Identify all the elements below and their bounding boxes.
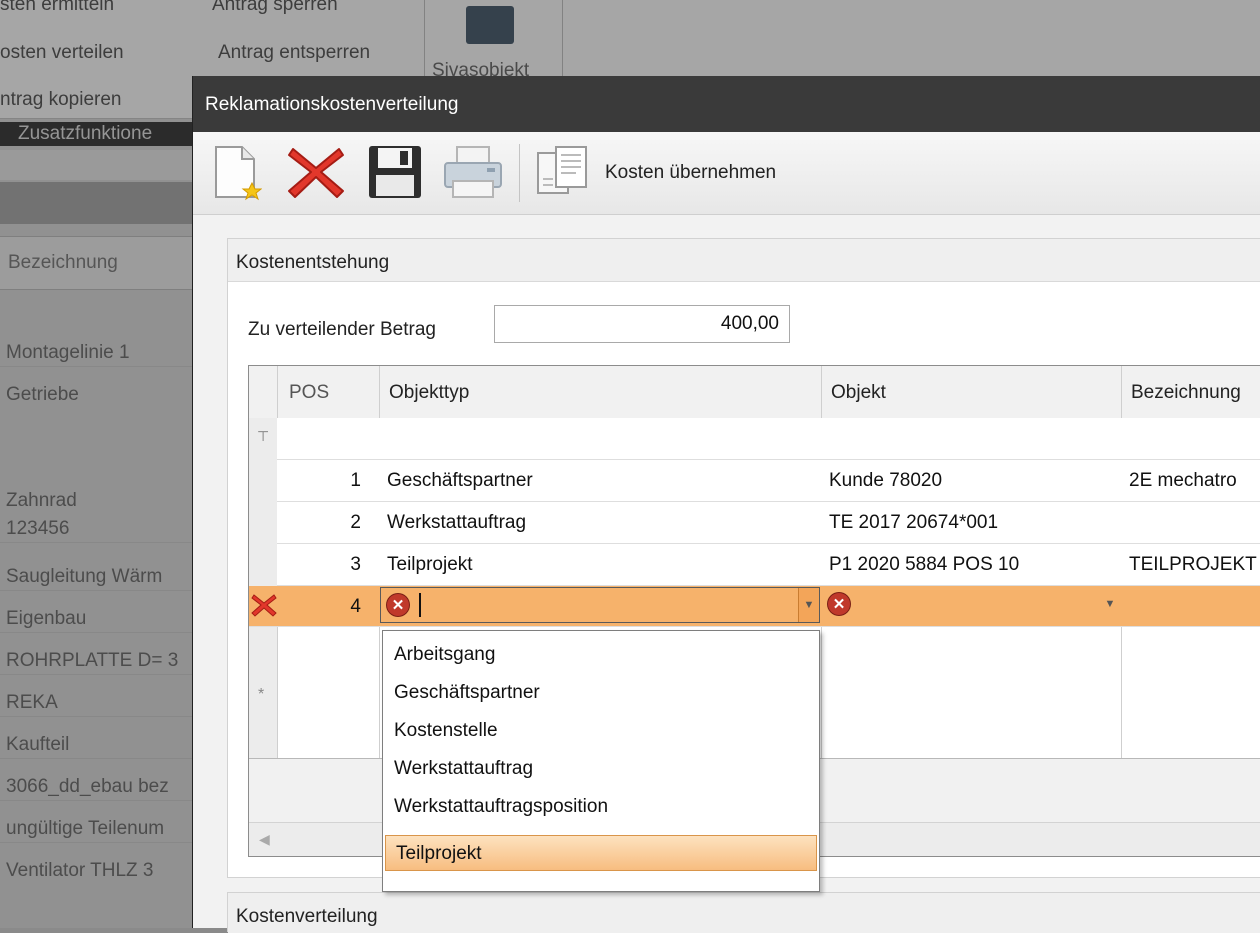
print-button[interactable] — [439, 140, 507, 204]
dropdown-option[interactable]: Werkstattauftrag — [384, 751, 818, 787]
transfer-costs-icon-button[interactable] — [533, 140, 595, 204]
dropdown-option[interactable]: Geschäftspartner — [384, 675, 818, 711]
cell-objekttyp[interactable]: Geschäftspartner — [387, 470, 533, 492]
section-header[interactable]: Kostenverteilung — [228, 893, 1260, 933]
objekttyp-combobox[interactable]: ✕ ▼ — [380, 587, 820, 623]
scroll-left-icon[interactable]: ◀ — [259, 831, 270, 848]
cell-objekttyp[interactable]: Werkstattauftrag — [387, 512, 526, 534]
chevron-down-icon[interactable]: ▼ — [1100, 587, 1120, 621]
delete-button[interactable] — [283, 140, 349, 204]
amount-label: Zu verteilender Betrag — [248, 319, 436, 340]
filter-row[interactable] — [277, 418, 1260, 460]
text-caret — [419, 593, 421, 617]
new-button[interactable] — [207, 140, 267, 204]
printer-icon — [444, 146, 502, 198]
cell-pos: 3 — [350, 554, 361, 575]
amount-input[interactable] — [494, 305, 790, 343]
objekt-combobox[interactable]: ✕ ▼ — [822, 587, 1120, 623]
editing-row[interactable]: 4 ✕ ▼ ✕ ▼ — [249, 586, 1260, 627]
dropdown-option-selected[interactable]: Teilprojekt — [385, 835, 817, 871]
dialog-toolbar: Kosten übernehmen — [193, 132, 1260, 215]
new-row-icon[interactable]: * — [258, 686, 264, 704]
section-title: Kostenverteilung — [236, 906, 378, 927]
filter-icon[interactable]: ⊤ — [257, 428, 269, 445]
toolbar-separator — [519, 144, 520, 202]
new-document-icon — [215, 146, 262, 201]
cell-objekttyp[interactable]: Teilprojekt — [387, 554, 473, 576]
chevron-down-icon[interactable]: ▼ — [798, 588, 819, 622]
transfer-costs-button[interactable]: Kosten übernehmen — [605, 162, 776, 184]
error-icon: ✕ — [387, 594, 409, 616]
dropdown-option[interactable]: Kostenstelle — [384, 713, 818, 749]
cell-pos: 4 — [350, 596, 361, 617]
table-row[interactable]: 2 Werkstattauftrag TE 2017 20674*001 — [277, 502, 1260, 544]
cell-objekt[interactable]: TE 2017 20674*001 — [829, 512, 998, 534]
table-row[interactable]: 3 Teilprojekt P1 2020 5884 POS 10 TEILPR… — [277, 544, 1260, 586]
documents-icon — [537, 146, 587, 194]
cell-objekt[interactable]: P1 2020 5884 POS 10 — [829, 554, 1019, 576]
section-title: Kostenentstehung — [236, 252, 390, 273]
column-header-objekt[interactable]: Objekt — [831, 382, 886, 404]
delete-x-icon — [288, 148, 344, 198]
column-header-bezeichnung[interactable]: Bezeichnung — [1131, 382, 1241, 404]
cell-pos: 1 — [350, 470, 361, 491]
table-row[interactable]: 1 Geschäftspartner Kunde 78020 2E mechat… — [277, 460, 1260, 502]
dropdown-option[interactable]: Werkstattauftragsposition — [384, 789, 818, 825]
cell-bezeichnung[interactable]: TEILPROJEKT — [1129, 554, 1257, 576]
cell-objekt[interactable]: Kunde 78020 — [829, 470, 942, 492]
cost-distribution-section: Kostenverteilung — [227, 892, 1260, 933]
dialog-title: Reklamationskostenverteilung — [205, 94, 459, 115]
dialog-titlebar[interactable]: Reklamationskostenverteilung — [193, 76, 1260, 132]
error-icon: ✕ — [828, 593, 850, 615]
section-header[interactable]: Kostenentstehung — [228, 239, 1260, 282]
cell-bezeichnung[interactable]: 2E mechatro — [1129, 470, 1237, 492]
column-header-pos[interactable]: POS — [289, 382, 329, 404]
dropdown-option[interactable]: Arbeitsgang — [384, 637, 818, 673]
save-disk-icon — [369, 146, 421, 198]
save-button[interactable] — [363, 140, 427, 204]
column-header-objekttyp[interactable]: Objekttyp — [389, 382, 469, 404]
delete-row-icon[interactable] — [251, 592, 277, 618]
objekttyp-dropdown-list: Arbeitsgang Geschäftspartner Kostenstell… — [382, 630, 820, 892]
cell-pos: 2 — [350, 512, 361, 533]
grid-header: POS Objekttyp Objekt Bezeichnung — [249, 366, 1260, 419]
